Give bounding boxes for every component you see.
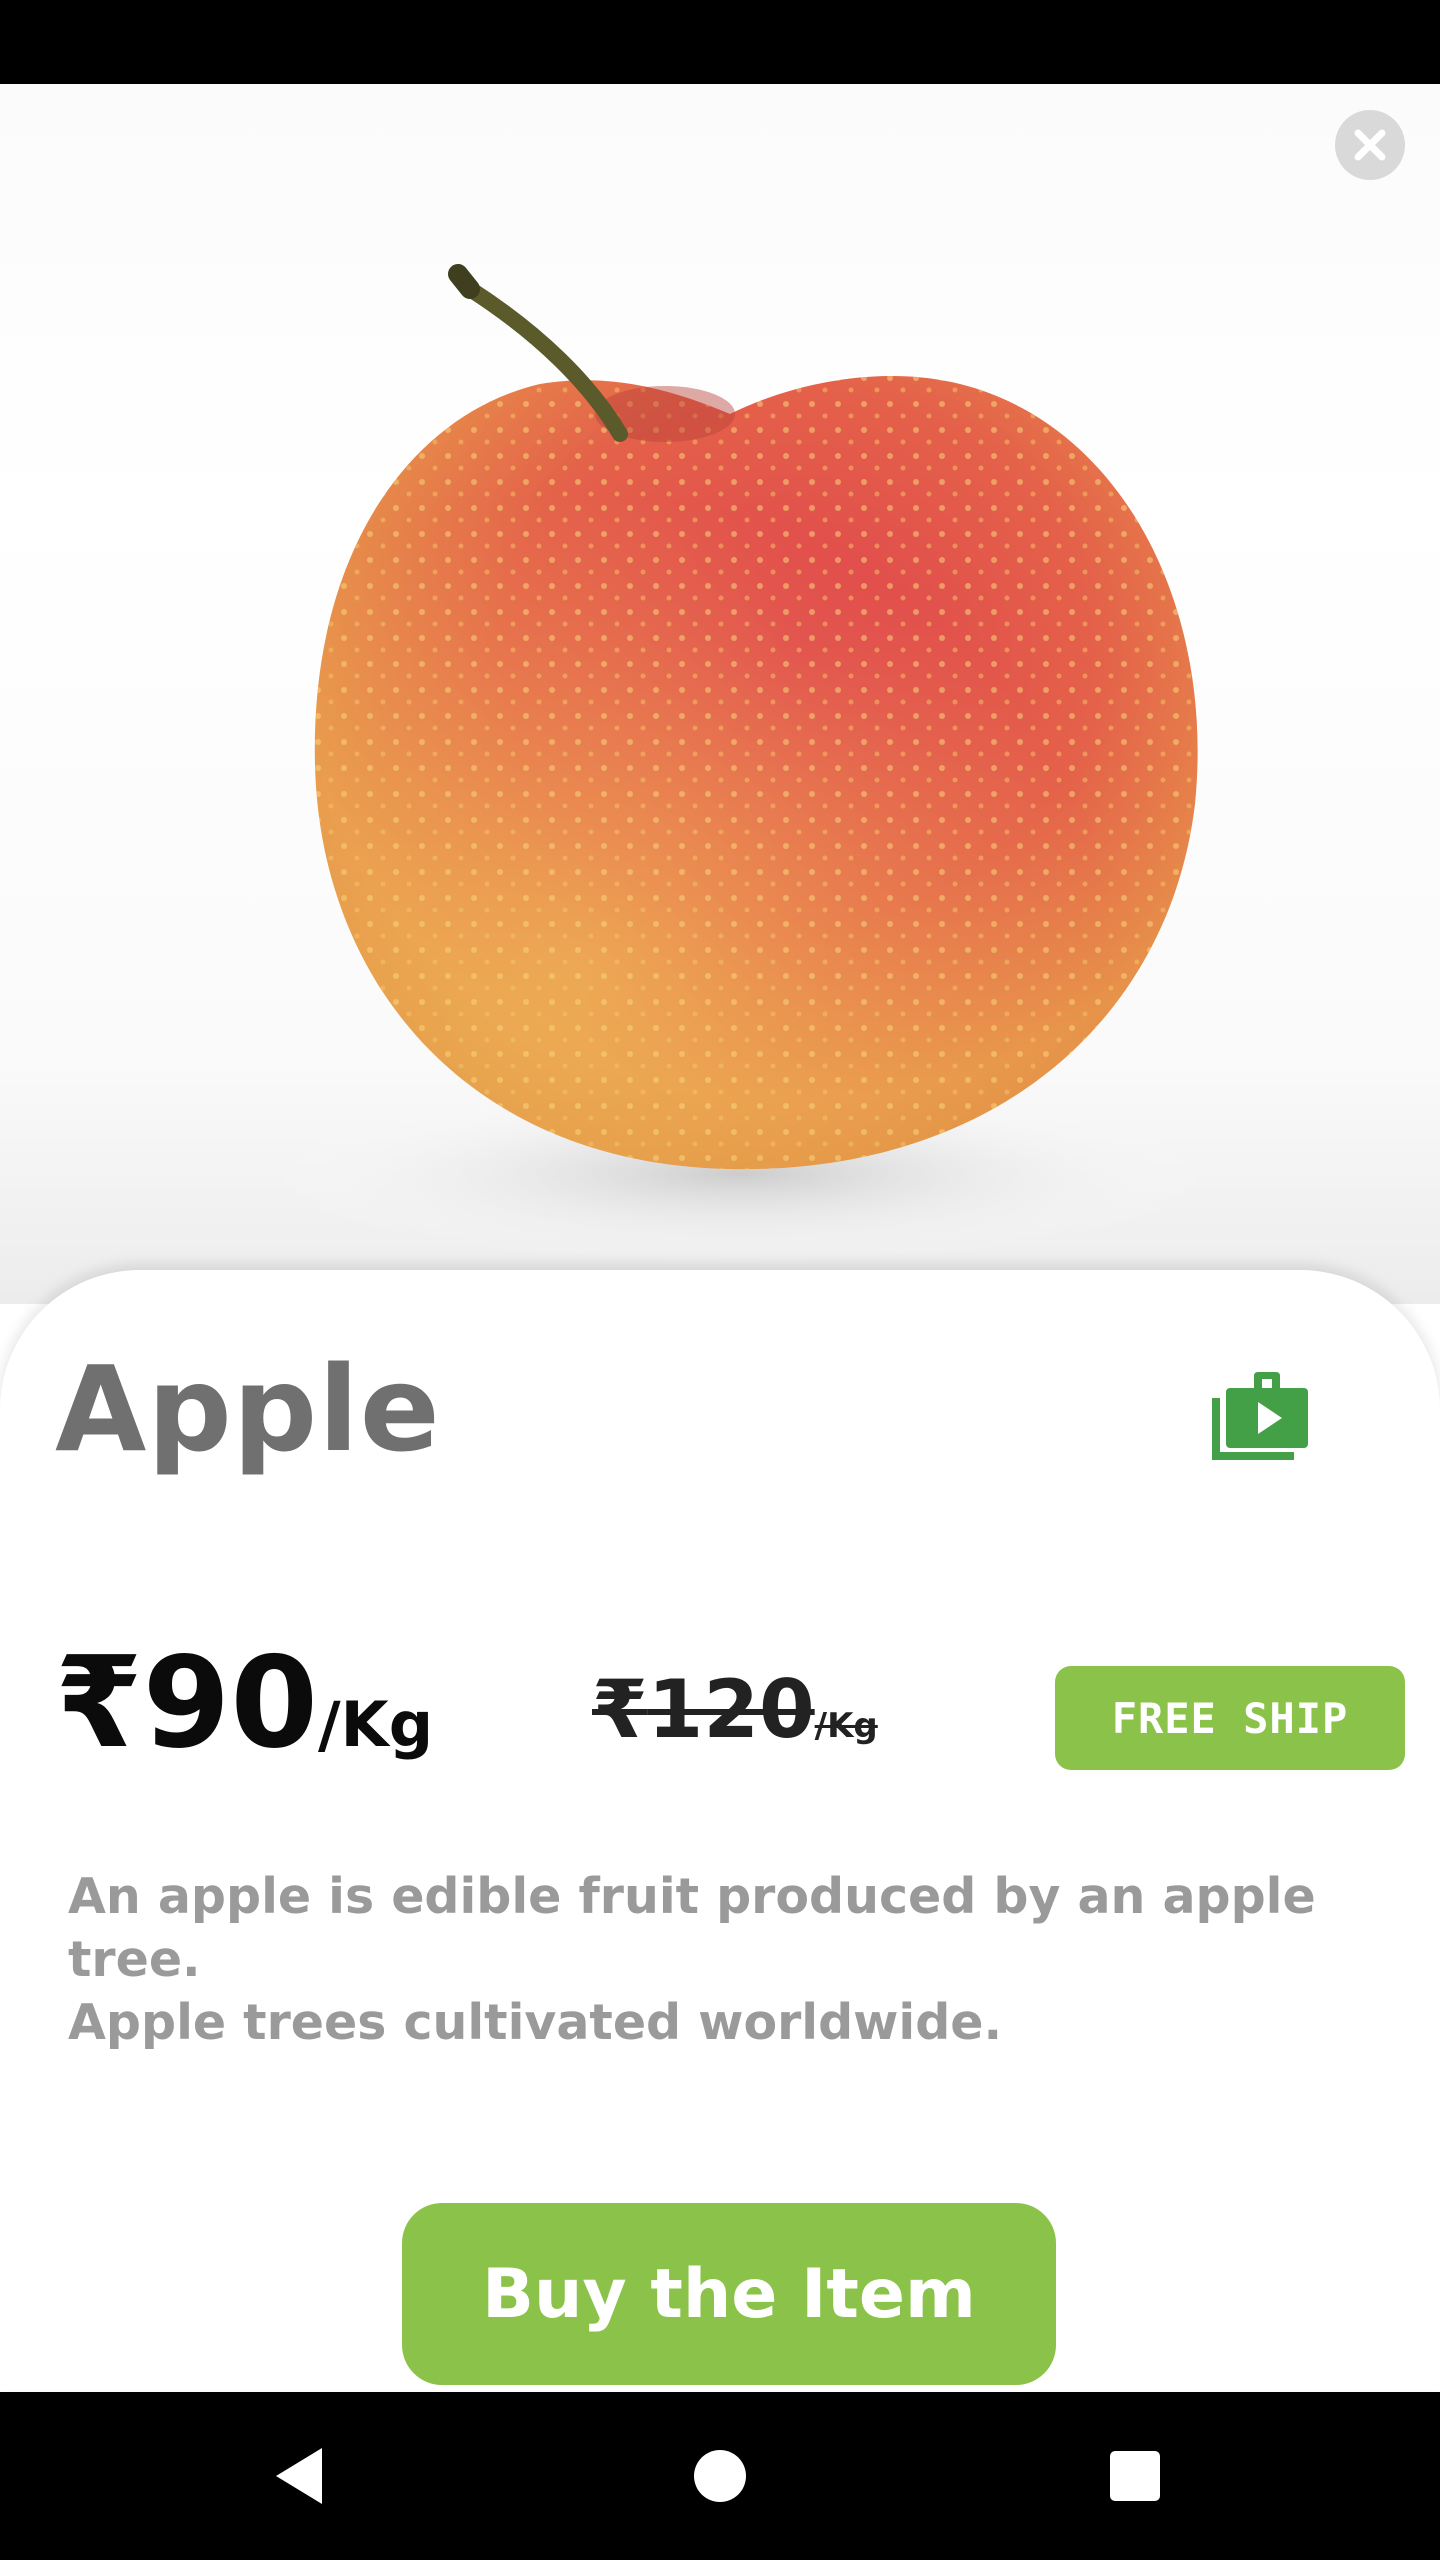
price-unit: /Kg [318, 1688, 434, 1761]
apple-image [260, 264, 1220, 1264]
status-bar [0, 0, 1440, 84]
recents-icon [1110, 2451, 1160, 2501]
buy-button[interactable]: Buy the Item [402, 2203, 1056, 2385]
nav-recents-button[interactable] [1035, 2392, 1235, 2560]
original-price-amount: 120 [647, 1663, 815, 1756]
nav-home-button[interactable] [620, 2392, 820, 2560]
home-icon [694, 2450, 746, 2502]
original-price-currency: ₹ [592, 1663, 648, 1756]
product-description: An apple is edible fruit produced by an … [68, 1865, 1368, 2054]
product-image [0, 84, 1440, 1304]
current-price: ₹90/Kg [55, 1640, 433, 1766]
price-amount: 90 [142, 1629, 319, 1776]
close-button[interactable] [1335, 110, 1405, 180]
price-currency: ₹ [55, 1629, 143, 1776]
navigation-bar [0, 2392, 1440, 2560]
original-price: ₹120/Kg [592, 1670, 878, 1750]
free-ship-badge: FREE SHIP [1055, 1666, 1405, 1770]
close-icon [1354, 129, 1386, 161]
back-icon [276, 2448, 322, 2504]
shopping-bag-play-icon [1212, 1372, 1308, 1460]
description-line: Apple trees cultivated worldwide. [68, 1994, 1003, 2051]
product-name: Apple [55, 1340, 441, 1478]
description-line: An apple is edible fruit produced by an … [68, 1868, 1316, 1988]
nav-back-button[interactable] [200, 2392, 400, 2560]
original-price-unit: /Kg [814, 1706, 878, 1746]
add-to-bag-button[interactable] [1208, 1368, 1312, 1468]
